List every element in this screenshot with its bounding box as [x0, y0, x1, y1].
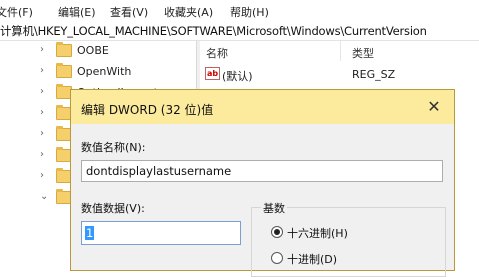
expand-arrow-icon[interactable]: › — [40, 65, 44, 76]
close-icon[interactable]: ✕ — [414, 90, 454, 124]
menu-favorites[interactable]: 收藏夹(A) — [164, 4, 213, 20]
radio-hex[interactable] — [271, 226, 283, 238]
column-separator[interactable] — [340, 41, 341, 61]
menu-view[interactable]: 查看(V) — [110, 4, 148, 20]
value-name-label: 数值名称(N): — [81, 141, 146, 154]
expand-arrow-icon[interactable]: › — [40, 86, 44, 97]
menu-bar: 文件(F) 编辑(E) 查看(V) 收藏夹(A) 帮助(H) — [0, 0, 479, 22]
dialog-titlebar[interactable]: 编辑 DWORD (32 位)值 ✕ — [71, 90, 454, 124]
menu-help[interactable]: 帮助(H) — [230, 4, 269, 20]
expand-arrow-icon[interactable]: › — [40, 128, 44, 139]
menu-file[interactable]: 文件(F) — [0, 4, 33, 20]
expand-arrow-icon[interactable]: › — [40, 44, 44, 55]
menu-edit[interactable]: 编辑(E) — [58, 4, 96, 20]
expand-arrow-icon[interactable]: › — [40, 170, 44, 181]
folder-icon — [56, 42, 72, 57]
tree-item-label: OpenWith — [77, 65, 132, 78]
string-value-icon: ab — [205, 67, 220, 80]
value-data-text: 1 — [85, 226, 95, 240]
dialog-title: 编辑 DWORD (32 位)值 — [81, 103, 214, 117]
value-name-field[interactable]: dontdisplaylastusername — [81, 160, 443, 182]
column-header-type[interactable]: 类型 — [352, 45, 374, 61]
column-header-name[interactable]: 名称 — [206, 45, 228, 61]
value-name[interactable]: (默认) — [222, 68, 253, 84]
tree-item[interactable]: › OOBE — [0, 41, 196, 61]
value-data-label: 数值数据(V): — [81, 202, 145, 215]
edit-dword-dialog: 编辑 DWORD (32 位)值 ✕ 数值名称(N): dontdisplayl… — [70, 89, 455, 277]
base-groupbox — [251, 207, 446, 277]
radio-decimal[interactable] — [271, 252, 283, 264]
address-path[interactable]: 计算机\HKEY_LOCAL_MACHINE\SOFTWARE\Microsof… — [0, 23, 427, 39]
collapse-arrow-icon[interactable]: ⌄ — [40, 191, 48, 202]
expand-arrow-icon[interactable]: › — [40, 107, 44, 118]
address-bar[interactable]: 计算机\HKEY_LOCAL_MACHINE\SOFTWARE\Microsof… — [0, 22, 479, 41]
tree-item-label: OOBE — [77, 44, 109, 57]
tree-item[interactable]: › OpenWith — [0, 62, 196, 82]
value-data-input[interactable]: 1 — [81, 221, 241, 245]
value-type: REG_SZ — [352, 68, 396, 81]
folder-icon — [56, 63, 72, 78]
base-label: 基数 — [261, 200, 287, 216]
radio-hex-label[interactable]: 十六进制(H) — [287, 225, 348, 241]
expand-arrow-icon[interactable]: › — [40, 149, 44, 160]
radio-decimal-label[interactable]: 十进制(D) — [287, 251, 337, 267]
